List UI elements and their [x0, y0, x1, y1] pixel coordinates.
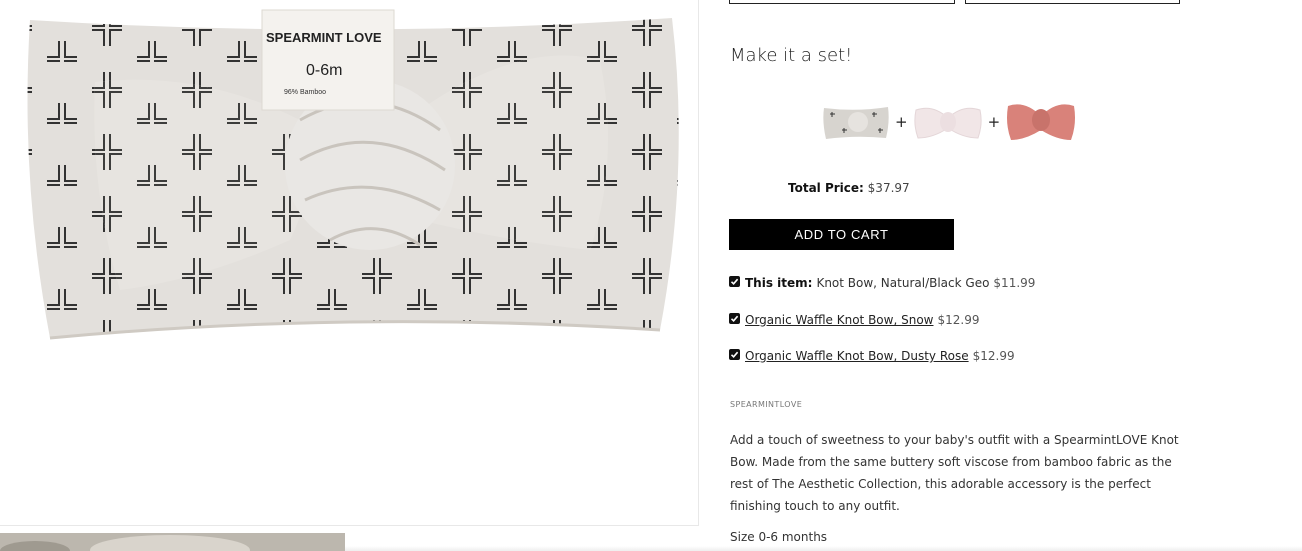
product-size: Size 0-6 months — [730, 530, 828, 544]
option-box-right[interactable] — [965, 0, 1180, 4]
item-link[interactable]: Organic Waffle Knot Bow, Snow — [745, 313, 933, 327]
divider — [345, 546, 1302, 551]
bundle-title: Make it a set! — [730, 45, 853, 66]
item-price: $11.99 — [993, 276, 1036, 290]
checkbox-checked[interactable] — [729, 312, 740, 324]
bundle-item: Organic Waffle Knot Bow, Snow $12.99 — [729, 312, 980, 327]
check-icon — [730, 351, 739, 358]
item-price: $12.99 — [937, 313, 980, 327]
total-price-value: $37.97 — [867, 181, 910, 195]
tag-material-text: 96% Bamboo — [284, 89, 326, 96]
plus-sign: + — [987, 112, 1001, 131]
bundle-image-dusty-rose[interactable] — [1005, 100, 1077, 144]
thumbnail-shape — [0, 541, 70, 551]
item-name: Knot Bow, Natural/Black Geo — [816, 276, 990, 290]
tag-brand-text: SPEARMINT LOVE — [266, 30, 382, 45]
check-icon — [730, 278, 739, 285]
tag-size-text: 0-6m — [306, 62, 342, 79]
total-price: Total Price: $37.97 — [788, 181, 910, 195]
bundle-image-snow[interactable] — [913, 102, 983, 142]
plus-sign: + — [895, 112, 908, 131]
main-product-image[interactable]: SPEARMINT LOVE 0-6m 96% Bamboo — [0, 0, 699, 526]
product-description: Add a touch of sweetness to your baby's … — [730, 433, 1179, 513]
item-price: $12.99 — [972, 349, 1015, 363]
bundle-item: Organic Waffle Knot Bow, Dusty Rose $12.… — [729, 348, 1015, 363]
total-price-label: Total Price: — [788, 181, 864, 195]
checkbox-checked[interactable] — [729, 348, 740, 360]
check-icon — [730, 315, 739, 322]
bundle-image-natural-geo[interactable] — [822, 102, 890, 142]
item-link[interactable]: Organic Waffle Knot Bow, Dusty Rose — [745, 349, 969, 363]
bundle-images: + + — [822, 99, 1077, 144]
add-to-cart-button[interactable]: ADD TO CART — [729, 219, 954, 250]
checkbox-checked[interactable] — [729, 275, 740, 287]
vendor-name: SPEARMINTLOVE — [730, 400, 803, 409]
bundle-item: This item: Knot Bow, Natural/Black Geo $… — [729, 275, 1036, 290]
thumbnail-shape — [90, 535, 250, 551]
thumbnail-image[interactable] — [0, 533, 345, 551]
knot-bow-headband-image: SPEARMINT LOVE 0-6m 96% Bamboo — [27, 9, 679, 340]
option-box-left[interactable] — [729, 0, 955, 4]
this-item-label: This item: — [745, 276, 813, 290]
